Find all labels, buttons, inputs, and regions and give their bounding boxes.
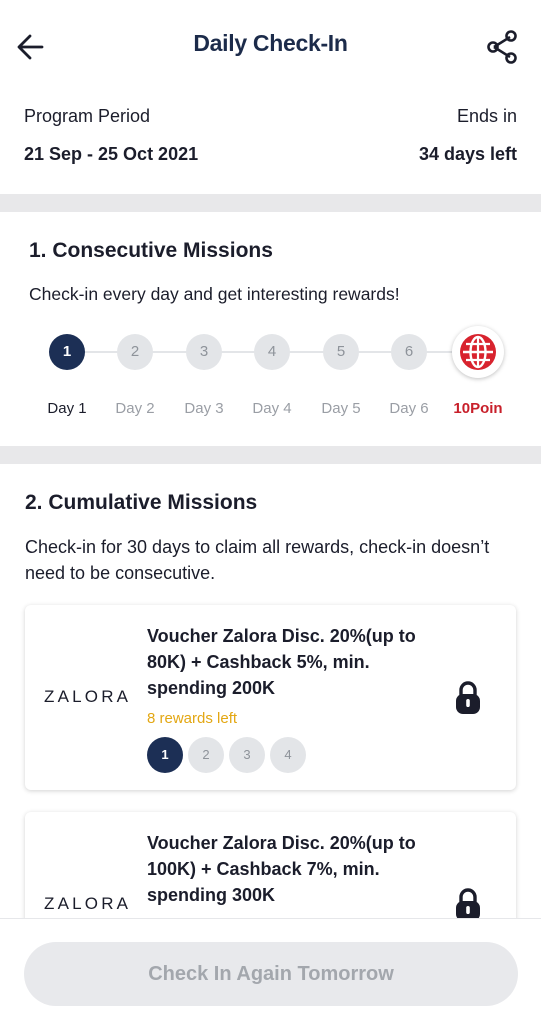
share-icon[interactable] xyxy=(484,29,520,65)
program-period-label: Program Period xyxy=(24,106,151,126)
day-5-label: Day 5 xyxy=(321,400,361,417)
reward-title: Voucher Zalora Disc. 20%(up to 80K) + Ca… xyxy=(147,626,416,698)
section-description: Check-in every day and get interesting r… xyxy=(29,284,400,304)
bottom-bar: Check In Again Tomorrow xyxy=(0,918,541,1024)
stamp-3: 3 xyxy=(229,737,265,773)
program-period-section: Program Period 21 Sep - 25 Oct 2021 Ends… xyxy=(0,94,541,194)
lock-icon xyxy=(456,888,480,921)
day-2-dot: 2 xyxy=(117,334,153,370)
section-divider xyxy=(0,194,541,212)
day-5-dot: 5 xyxy=(323,334,359,370)
app-header: Daily Check-In xyxy=(0,0,541,94)
day-1-label: Day 1 xyxy=(47,400,87,417)
day-3-label: Day 3 xyxy=(184,400,224,417)
section-title: 2. Cumulative Missions xyxy=(25,491,258,514)
program-period-value: 21 Sep - 25 Oct 2021 xyxy=(24,144,199,164)
reward-title: Voucher Zalora Disc. 20%(up to 100K) + C… xyxy=(147,833,416,905)
cumulative-missions-section: 2. Cumulative Missions Check-in for 30 d… xyxy=(0,464,541,997)
brand-logo: ZALORA xyxy=(44,687,132,706)
ends-in-value: 34 days left xyxy=(418,144,517,164)
ends-in-label: Ends in xyxy=(456,106,517,126)
day-7-reward xyxy=(452,326,504,378)
brand-logo: ZALORA xyxy=(44,894,132,913)
section-title: 1. Consecutive Missions xyxy=(29,239,273,262)
reward-card[interactable]: ZALORA Voucher Zalora Disc. 20%(up to 80… xyxy=(25,605,516,790)
section-divider xyxy=(0,446,541,464)
check-in-button[interactable]: Check In Again Tomorrow xyxy=(24,942,518,1006)
day-3-dot: 3 xyxy=(186,334,222,370)
day-1-dot: 1 xyxy=(49,334,85,370)
stamp-4: 4 xyxy=(270,737,306,773)
day-4-dot: 4 xyxy=(254,334,290,370)
globe-reward-icon xyxy=(460,334,496,370)
page-title: Daily Check-In xyxy=(193,30,348,56)
stamp-2: 2 xyxy=(188,737,224,773)
rewards-left-text: 8 rewards left xyxy=(147,710,238,727)
day-4-label: Day 4 xyxy=(252,400,292,417)
stamp-1: 1 xyxy=(147,737,183,773)
lock-icon xyxy=(456,681,480,714)
consecutive-missions-section: 1. Consecutive Missions Check-in every d… xyxy=(0,212,541,444)
day-2-label: Day 2 xyxy=(115,400,155,417)
day-7-reward-label: 10Poin xyxy=(453,400,503,417)
section-description: Check-in for 30 days to claim all reward… xyxy=(25,537,490,583)
day-6-dot: 6 xyxy=(391,334,427,370)
day-6-label: Day 6 xyxy=(389,400,429,417)
